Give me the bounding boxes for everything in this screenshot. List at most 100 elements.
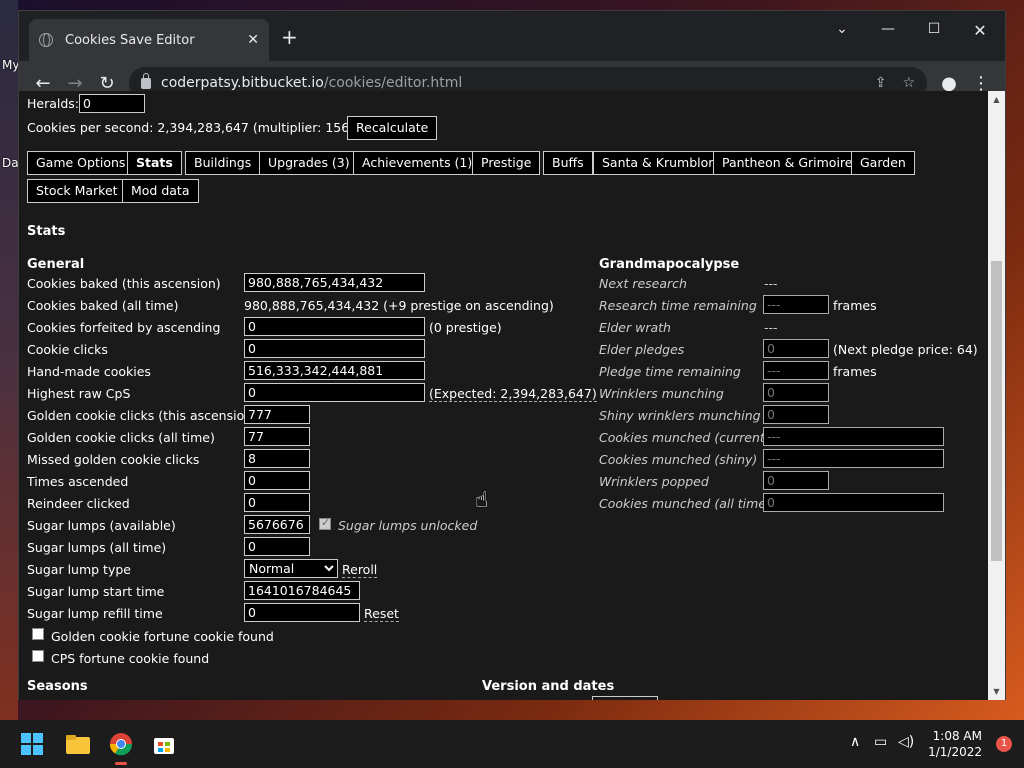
globe-icon: [39, 33, 53, 47]
tab-title: Cookies Save Editor: [65, 32, 195, 48]
chrome-icon[interactable]: [109, 732, 133, 765]
munched-all-input[interactable]: [763, 493, 944, 512]
next-research-label: Next research: [599, 276, 687, 291]
store-icon[interactable]: [152, 732, 176, 756]
lumps-unlocked-label: Sugar lumps unlocked: [338, 518, 478, 533]
seasons-heading: Seasons: [27, 679, 88, 694]
fortune-golden-checkbox[interactable]: [32, 628, 44, 640]
lump-type-label: Sugar lump type: [27, 562, 131, 577]
desktop-icon-label[interactable]: Da: [2, 156, 19, 170]
windows-start-icon[interactable]: [20, 732, 44, 756]
notification-badge[interactable]: 1: [996, 736, 1012, 752]
scroll-down-icon[interactable]: ▼: [988, 683, 1005, 700]
cps-text: Cookies per second: 2,394,283,647 (multi…: [27, 120, 366, 135]
cookies-forfeited-input[interactable]: [244, 317, 425, 336]
desktop-icon-label[interactable]: My: [2, 58, 19, 72]
tab-achievements[interactable]: Achievements (1): [353, 151, 482, 175]
missed-golden-input[interactable]: [244, 449, 310, 468]
recalculate-button[interactable]: Recalculate: [347, 116, 438, 140]
tab-strip: Cookies Save Editor ✕ + ⌄ — ☐ ✕: [19, 11, 1005, 61]
tab-buildings[interactable]: Buildings: [185, 151, 261, 175]
tab-mod-data[interactable]: Mod data: [122, 179, 199, 203]
wrinklers-munching-input[interactable]: [763, 383, 829, 402]
lump-start-input[interactable]: [244, 581, 360, 600]
volume-icon[interactable]: ◁): [898, 734, 914, 750]
maximize-button[interactable]: ☐: [911, 21, 957, 37]
reindeer-label: Reindeer clicked: [27, 496, 130, 511]
file-explorer-icon[interactable]: [65, 732, 90, 756]
tab-buffs[interactable]: Buffs: [543, 151, 593, 175]
lump-refill-label: Sugar lump refill time: [27, 606, 163, 621]
missed-golden-label: Missed golden cookie clicks: [27, 452, 200, 467]
munched-current-label: Cookies munched (current): [599, 430, 770, 445]
tab-pantheon-grimoire[interactable]: Pantheon & Grimoire: [713, 151, 862, 175]
pledge-time-input[interactable]: [763, 361, 829, 380]
cookies-baked-all-value: 980,888,765,434,432 (+9 prestige on asce…: [244, 298, 554, 313]
munched-shiny-input[interactable]: [763, 449, 944, 468]
lock-icon[interactable]: [141, 72, 151, 89]
reset-link[interactable]: Reset: [364, 606, 399, 622]
times-ascended-input[interactable]: [244, 471, 310, 490]
clock[interactable]: 1:08 AM 1/1/2022: [928, 728, 982, 760]
wrinklers-popped-input[interactable]: [763, 471, 829, 490]
next-research-value: ---: [764, 276, 778, 291]
section-title: Stats: [27, 224, 66, 239]
tab-search-icon[interactable]: ⌄: [819, 21, 865, 37]
golden-clicks-ascension-input[interactable]: [244, 405, 310, 424]
new-tab-button[interactable]: +: [281, 25, 298, 49]
tab-garden[interactable]: Garden: [851, 151, 915, 175]
tab-game-options[interactable]: Game Options: [27, 151, 135, 175]
scroll-up-icon[interactable]: ▲: [988, 91, 1005, 108]
fortune-cps-checkbox[interactable]: [32, 650, 44, 662]
share-icon[interactable]: ⇪: [875, 75, 887, 91]
minimize-button[interactable]: —: [865, 21, 911, 37]
lump-refill-input[interactable]: [244, 603, 360, 622]
expected-cps-link[interactable]: (Expected: 2,394,283,647): [429, 386, 597, 402]
shiny-munching-input[interactable]: [763, 405, 829, 424]
cookie-clicks-input[interactable]: [244, 339, 425, 358]
tab-upgrades[interactable]: Upgrades (3): [259, 151, 359, 175]
cookies-baked-ascension-label: Cookies baked (this ascension): [27, 276, 221, 291]
heralds-input[interactable]: [79, 94, 145, 113]
url-path: /cookies/editor.html: [323, 75, 463, 91]
reindeer-input[interactable]: [244, 493, 310, 512]
shiny-munching-label: Shiny wrinklers munching: [599, 408, 761, 423]
page-scrollbar[interactable]: ▲ ▼: [988, 91, 1005, 700]
close-window-button[interactable]: ✕: [957, 21, 1003, 40]
close-tab-icon[interactable]: ✕: [247, 32, 259, 48]
lumps-available-label: Sugar lumps (available): [27, 518, 176, 533]
general-heading: General: [27, 257, 85, 272]
lumps-unlocked-checkbox[interactable]: [319, 516, 331, 530]
elder-pledges-input[interactable]: [763, 339, 829, 358]
bookmark-star-icon[interactable]: ☆: [902, 75, 915, 91]
hand-cursor-icon: ☝: [475, 488, 489, 513]
network-icon[interactable]: ▭: [874, 734, 887, 750]
browser-tab[interactable]: Cookies Save Editor ✕: [29, 19, 269, 61]
next-pledge-price: (Next pledge price: 64): [833, 342, 978, 357]
tab-santa-krumblor[interactable]: Santa & Krumblor: [593, 151, 723, 175]
cookies-baked-ascension-input[interactable]: [244, 273, 425, 292]
lumps-all-input[interactable]: [244, 537, 310, 556]
clock-time: 1:08 AM: [932, 729, 982, 743]
lump-start-label: Sugar lump start time: [27, 584, 165, 599]
version-heading: Version and dates: [482, 679, 615, 694]
research-time-input[interactable]: [763, 295, 829, 314]
reroll-link[interactable]: Reroll: [342, 562, 378, 578]
heralds-label: Heralds:: [27, 96, 80, 111]
highest-cps-input[interactable]: [244, 383, 425, 402]
tab-prestige[interactable]: Prestige: [472, 151, 541, 175]
scroll-thumb[interactable]: [991, 261, 1002, 561]
tab-stats[interactable]: Stats: [127, 151, 182, 175]
tab-stock-market[interactable]: Stock Market: [27, 179, 127, 203]
version-input-partial[interactable]: [592, 696, 658, 700]
wrinklers-munching-label: Wrinklers munching: [599, 386, 724, 401]
fortune-cps-label: CPS fortune cookie found: [51, 651, 210, 666]
handmade-cookies-input[interactable]: [244, 361, 425, 380]
golden-clicks-all-input[interactable]: [244, 427, 310, 446]
munched-current-input[interactable]: [763, 427, 944, 446]
chevron-up-icon[interactable]: ∧: [850, 734, 860, 750]
lumps-available-input[interactable]: [244, 515, 310, 534]
lump-type-select[interactable]: Normal: [244, 559, 338, 578]
munched-shiny-label: Cookies munched (shiny): [599, 452, 758, 467]
cookies-forfeited-note: (0 prestige): [429, 320, 502, 335]
